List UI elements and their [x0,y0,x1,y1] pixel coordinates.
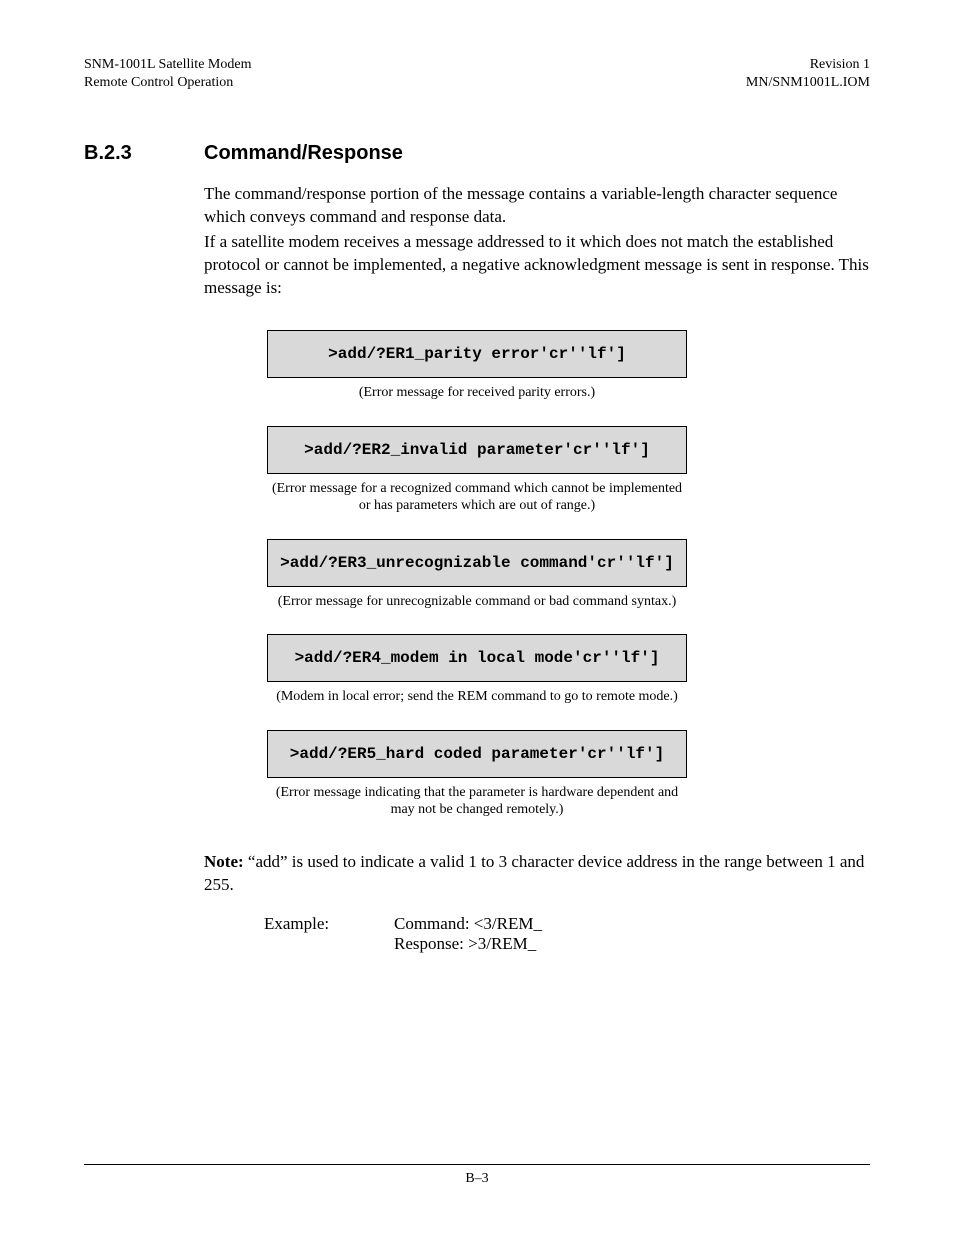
example-label: Example: [264,914,394,954]
header-left-line1: SNM-1001L Satellite Modem [84,56,251,74]
paragraph-2: If a satellite modem receives a message … [204,231,870,300]
page-header: SNM-1001L Satellite Modem Remote Control… [84,56,870,92]
error-caption: (Error message for a recognized command … [267,480,687,515]
page-number: B–3 [465,1171,488,1186]
error-code-box: >add/?ER3_unrecognizable command'cr''lf'… [267,539,687,587]
error-code-box: >add/?ER5_hard coded parameter'cr''lf'] [267,730,687,778]
header-left: SNM-1001L Satellite Modem Remote Control… [84,56,251,92]
error-caption: (Error message for received parity error… [267,384,687,402]
header-left-line2: Remote Control Operation [84,74,251,92]
section-heading: B.2.3 Command/Response [84,142,870,165]
section-title: Command/Response [204,142,403,165]
error-caption: (Modem in local error; send the REM comm… [267,688,687,706]
error-code-box: >add/?ER2_invalid parameter'cr''lf'] [267,426,687,474]
note-block: Note: “add” is used to indicate a valid … [204,851,870,897]
error-boxes: >add/?ER1_parity error'cr''lf'] (Error m… [84,330,870,843]
header-right-line1: Revision 1 [746,56,870,74]
page-footer: B–3 [84,1164,870,1187]
error-code-box: >add/?ER1_parity error'cr''lf'] [267,330,687,378]
error-group: >add/?ER3_unrecognizable command'cr''lf'… [267,539,687,611]
error-caption: (Error message indicating that the param… [267,784,687,819]
example-command: Command: <3/REM_ [394,914,542,934]
error-group: >add/?ER5_hard coded parameter'cr''lf'] … [267,730,687,819]
error-group: >add/?ER4_modem in local mode'cr''lf'] (… [267,634,687,706]
section-number: B.2.3 [84,142,204,165]
header-right-line2: MN/SNM1001L.IOM [746,74,870,92]
paragraph-1: The command/response portion of the mess… [204,183,870,229]
error-group: >add/?ER2_invalid parameter'cr''lf'] (Er… [267,426,687,515]
example-response: Response: >3/REM_ [394,934,542,954]
note-label: Note: [204,852,244,871]
error-caption: (Error message for unrecognizable comman… [267,593,687,611]
note-text: “add” is used to indicate a valid 1 to 3… [204,852,864,894]
body-paragraphs: The command/response portion of the mess… [204,183,870,300]
example-block: Example: Command: <3/REM_ Response: >3/R… [264,914,870,954]
error-code-box: >add/?ER4_modem in local mode'cr''lf'] [267,634,687,682]
error-group: >add/?ER1_parity error'cr''lf'] (Error m… [267,330,687,402]
header-right: Revision 1 MN/SNM1001L.IOM [746,56,870,92]
page: SNM-1001L Satellite Modem Remote Control… [0,0,954,1235]
